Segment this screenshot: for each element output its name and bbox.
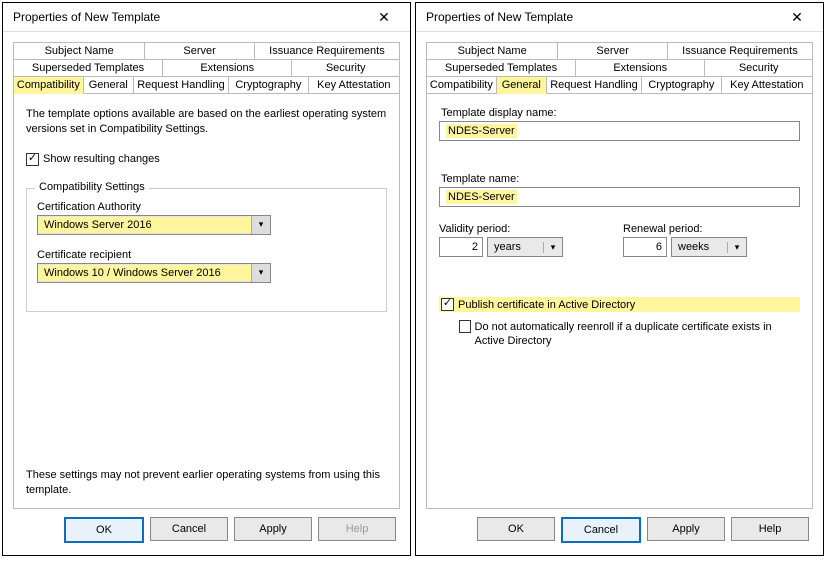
publish-ad-checkbox[interactable] bbox=[441, 298, 454, 311]
tab-superseded-templates[interactable]: Superseded Templates bbox=[14, 59, 163, 77]
template-name-value: NDES-Server bbox=[446, 190, 517, 204]
compat-footnote: These settings may not prevent earlier o… bbox=[26, 458, 387, 498]
tab-panel-general: Template display name: NDES-Server Templ… bbox=[426, 93, 813, 509]
tab-security[interactable]: Security bbox=[705, 59, 813, 77]
tab-server[interactable]: Server bbox=[558, 42, 668, 60]
window-title: Properties of New Template bbox=[426, 10, 777, 24]
dialog-general: Properties of New Template ✕ Subject Nam… bbox=[415, 2, 824, 556]
titlebar: Properties of New Template ✕ bbox=[416, 3, 823, 32]
close-icon[interactable]: ✕ bbox=[364, 4, 404, 30]
cert-recipient-label: Certificate recipient bbox=[37, 249, 376, 261]
renewal-period-value[interactable]: 6 bbox=[623, 237, 667, 257]
apply-button[interactable]: Apply bbox=[234, 517, 312, 541]
renewal-period-label: Renewal period: bbox=[623, 223, 747, 235]
tab-request-handling[interactable]: Request Handling bbox=[134, 76, 229, 94]
validity-period-unit-dropdown[interactable]: years ▾ bbox=[487, 237, 563, 257]
cancel-button[interactable]: Cancel bbox=[150, 517, 228, 541]
cancel-button[interactable]: Cancel bbox=[561, 517, 641, 543]
ok-button[interactable]: OK bbox=[477, 517, 555, 541]
tab-compatibility[interactable]: Compatibility bbox=[427, 76, 497, 94]
tab-subject-name[interactable]: Subject Name bbox=[14, 42, 145, 60]
chevron-down-icon[interactable]: ▾ bbox=[543, 242, 562, 253]
tab-superseded-templates[interactable]: Superseded Templates bbox=[427, 59, 576, 77]
help-button[interactable]: Help bbox=[731, 517, 809, 541]
renewal-period-unit: weeks bbox=[672, 241, 727, 253]
template-display-name-input[interactable]: NDES-Server bbox=[439, 121, 800, 141]
publish-ad-label: Publish certificate in Active Directory bbox=[458, 299, 635, 311]
dialog-buttons: OK Cancel Apply Help bbox=[13, 509, 400, 545]
period-row: Validity period: 2 years ▾ Renewal perio… bbox=[439, 223, 800, 257]
tab-subject-name[interactable]: Subject Name bbox=[427, 42, 558, 60]
tab-panel-compatibility: The template options available are based… bbox=[13, 93, 400, 509]
compatibility-settings-legend: Compatibility Settings bbox=[35, 181, 149, 193]
cert-recipient-dropdown[interactable]: Windows 10 / Windows Server 2016 ▾ bbox=[37, 263, 271, 283]
tab-general[interactable]: General bbox=[497, 76, 547, 94]
show-resulting-changes-checkbox[interactable] bbox=[26, 153, 39, 166]
tab-key-attestation[interactable]: Key Attestation bbox=[309, 76, 400, 94]
validity-period-unit: years bbox=[488, 241, 543, 253]
cert-recipient-value: Windows 10 / Windows Server 2016 bbox=[38, 265, 251, 281]
ok-button[interactable]: OK bbox=[64, 517, 144, 543]
tab-server[interactable]: Server bbox=[145, 42, 255, 60]
validity-period-label: Validity period: bbox=[439, 223, 563, 235]
compatibility-settings-group: Compatibility Settings Certification Aut… bbox=[26, 188, 387, 312]
tab-cryptography[interactable]: Cryptography bbox=[229, 76, 309, 94]
chevron-down-icon[interactable]: ▾ bbox=[727, 242, 746, 253]
tab-cryptography[interactable]: Cryptography bbox=[642, 76, 722, 94]
tab-general[interactable]: General bbox=[84, 76, 134, 94]
chevron-down-icon[interactable]: ▾ bbox=[251, 264, 270, 282]
tab-strip: Subject Name Server Issuance Requirement… bbox=[13, 42, 400, 94]
tab-request-handling[interactable]: Request Handling bbox=[547, 76, 642, 94]
cert-authority-label: Certification Authority bbox=[37, 201, 376, 213]
show-resulting-changes-row[interactable]: Show resulting changes bbox=[26, 153, 387, 166]
tab-security[interactable]: Security bbox=[292, 59, 400, 77]
template-name-label: Template name: bbox=[441, 173, 800, 185]
close-icon[interactable]: ✕ bbox=[777, 4, 817, 30]
tab-strip: Subject Name Server Issuance Requirement… bbox=[426, 42, 813, 94]
apply-button[interactable]: Apply bbox=[647, 517, 725, 541]
tab-issuance-requirements[interactable]: Issuance Requirements bbox=[255, 42, 400, 60]
help-button: Help bbox=[318, 517, 396, 541]
template-name-input[interactable]: NDES-Server bbox=[439, 187, 800, 207]
no-reenroll-label: Do not automatically reenroll if a dupli… bbox=[475, 320, 801, 349]
tab-extensions[interactable]: Extensions bbox=[163, 59, 292, 77]
tab-extensions[interactable]: Extensions bbox=[576, 59, 705, 77]
cert-authority-dropdown[interactable]: Windows Server 2016 ▾ bbox=[37, 215, 271, 235]
no-reenroll-row[interactable]: Do not automatically reenroll if a dupli… bbox=[459, 320, 800, 349]
show-resulting-changes-label: Show resulting changes bbox=[43, 153, 160, 165]
tab-issuance-requirements[interactable]: Issuance Requirements bbox=[668, 42, 813, 60]
compat-description: The template options available are based… bbox=[26, 107, 387, 137]
dialog-compatibility: Properties of New Template ✕ Subject Nam… bbox=[2, 2, 411, 556]
template-display-name-label: Template display name: bbox=[441, 107, 800, 119]
template-display-name-value: NDES-Server bbox=[446, 124, 517, 138]
dialog-buttons: OK Cancel Apply Help bbox=[426, 509, 813, 545]
renewal-period-unit-dropdown[interactable]: weeks ▾ bbox=[671, 237, 747, 257]
chevron-down-icon[interactable]: ▾ bbox=[251, 216, 270, 234]
validity-period-value[interactable]: 2 bbox=[439, 237, 483, 257]
window-title: Properties of New Template bbox=[13, 10, 364, 24]
cert-authority-value: Windows Server 2016 bbox=[38, 217, 251, 233]
publish-ad-row[interactable]: Publish certificate in Active Directory bbox=[439, 297, 800, 312]
no-reenroll-checkbox[interactable] bbox=[459, 320, 471, 333]
titlebar: Properties of New Template ✕ bbox=[3, 3, 410, 32]
tab-key-attestation[interactable]: Key Attestation bbox=[722, 76, 813, 94]
tab-compatibility[interactable]: Compatibility bbox=[14, 76, 84, 94]
